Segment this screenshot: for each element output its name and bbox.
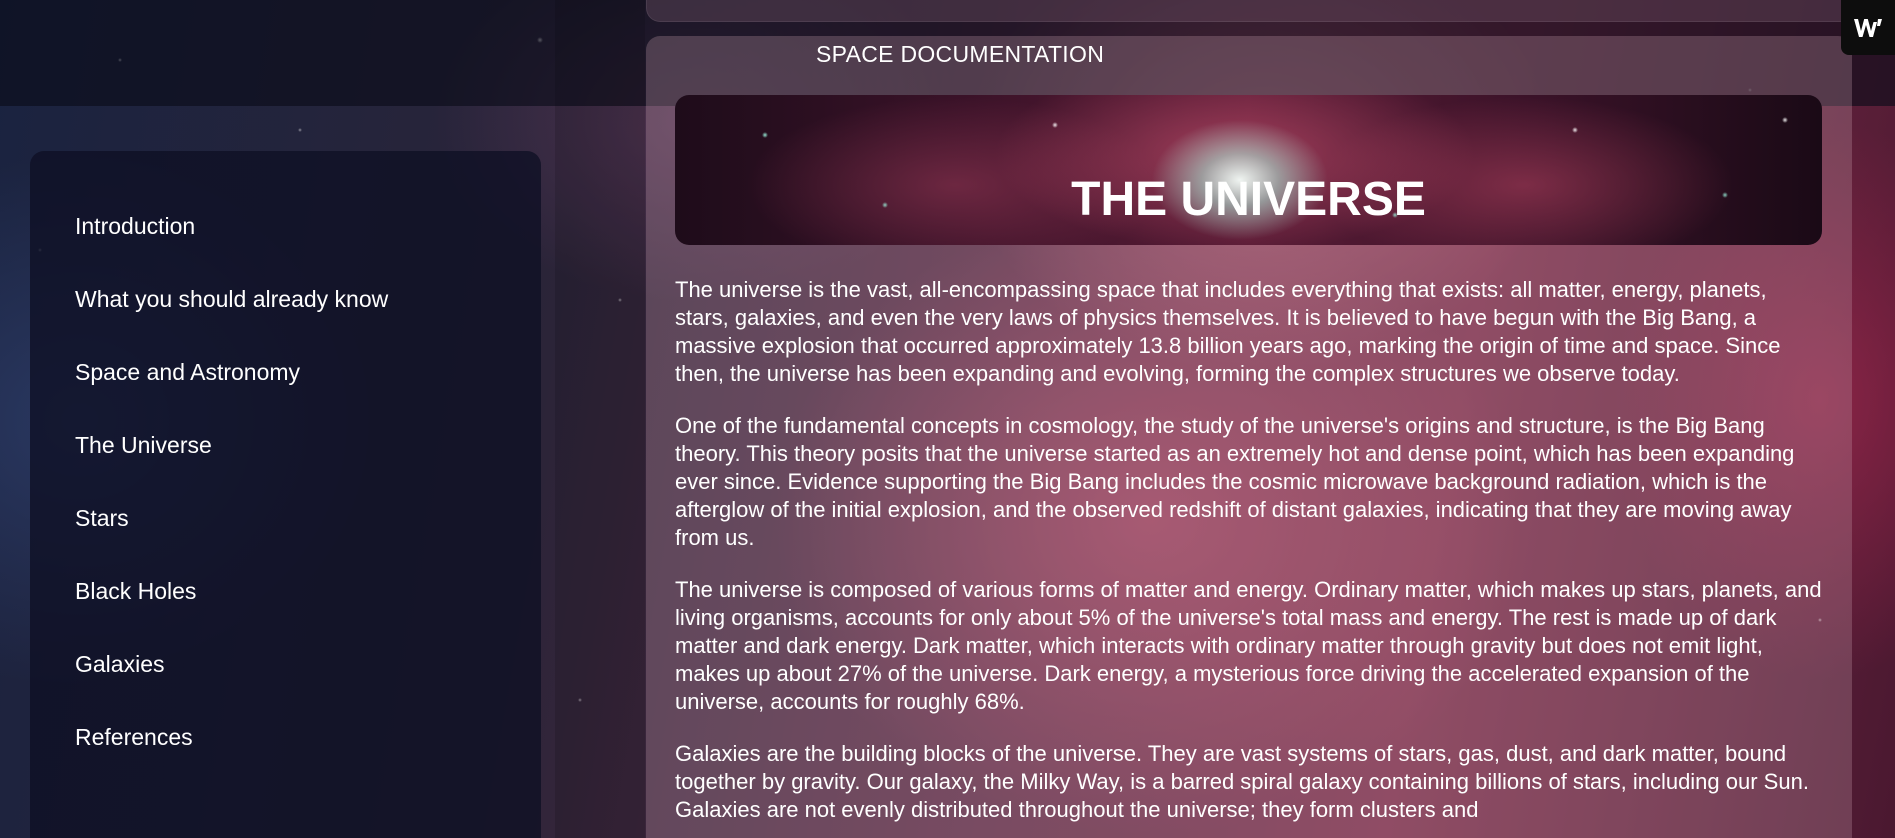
- nav-link-references[interactable]: References: [75, 724, 388, 797]
- section-heading: THE UNIVERSE: [1071, 173, 1426, 227]
- corner-logo-button[interactable]: [1841, 0, 1895, 55]
- sidebar-nav: Introduction What you should already kno…: [30, 151, 541, 838]
- w-logo-icon: [1854, 18, 1882, 37]
- paragraph: One of the fundamental concepts in cosmo…: [675, 413, 1795, 550]
- page: Introduction What you should already kno…: [0, 0, 1895, 838]
- paragraph: The universe is composed of various form…: [675, 577, 1822, 714]
- main-content-card: SPACE DOCUMENTATION THE UNIVERSE The uni…: [646, 36, 1852, 838]
- section-hero-banner: THE UNIVERSE: [675, 95, 1822, 245]
- nav-link-the-universe[interactable]: The Universe: [75, 432, 388, 505]
- previous-card-edge: [646, 0, 1854, 22]
- background-strip: [555, 0, 645, 838]
- nav-link-black-holes[interactable]: Black Holes: [75, 578, 388, 651]
- page-title: SPACE DOCUMENTATION: [816, 41, 1105, 67]
- section-body: The universe is the vast, all-encompassi…: [675, 276, 1825, 838]
- paragraph: Galaxies are the building blocks of the …: [675, 741, 1809, 822]
- nav-link-space-and-astronomy[interactable]: Space and Astronomy: [75, 359, 388, 432]
- nav-link-what-you-should-already-know[interactable]: What you should already know: [75, 286, 388, 359]
- nav-list: Introduction What you should already kno…: [75, 213, 388, 797]
- paragraph: The universe is the vast, all-encompassi…: [675, 277, 1781, 386]
- nav-link-stars[interactable]: Stars: [75, 505, 388, 578]
- nav-link-galaxies[interactable]: Galaxies: [75, 651, 388, 724]
- nav-link-introduction[interactable]: Introduction: [75, 213, 388, 286]
